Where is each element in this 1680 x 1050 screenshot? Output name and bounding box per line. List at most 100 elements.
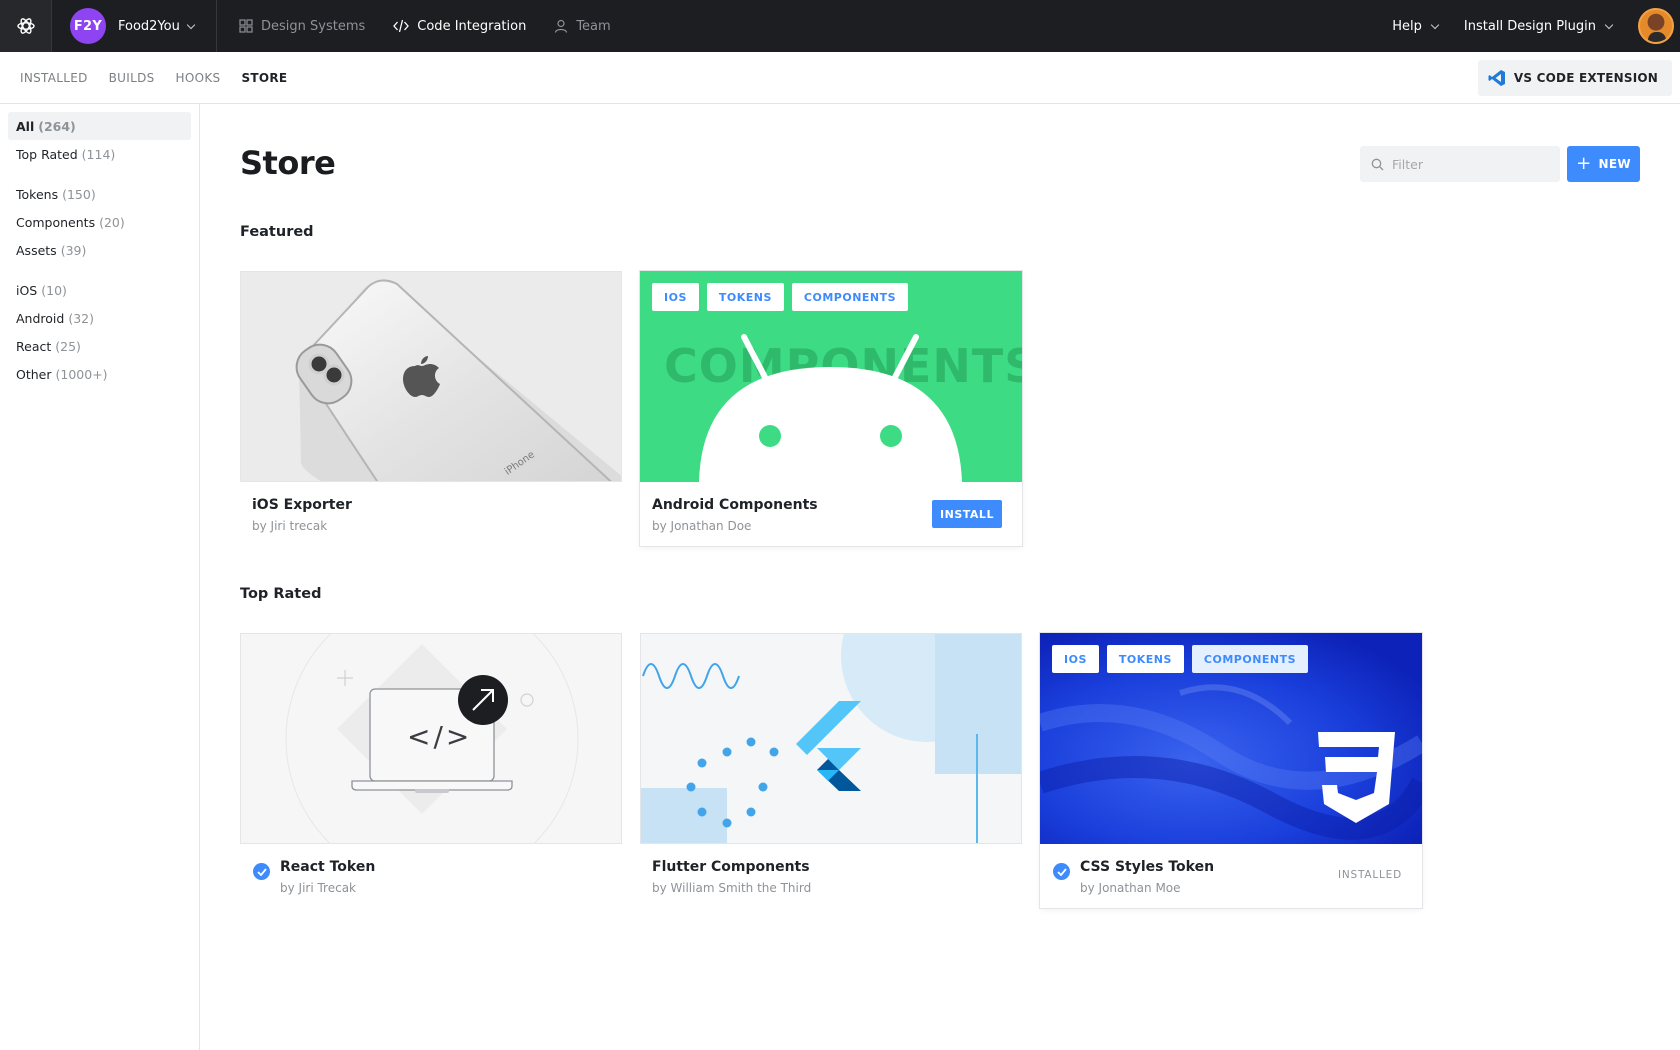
code-glyph: </> xyxy=(407,720,473,753)
installed-check-icon xyxy=(1053,863,1070,880)
card-title: Android Components xyxy=(652,497,818,513)
install-plugin-menu[interactable]: Install Design Plugin xyxy=(1463,18,1614,34)
sidebar-item-react[interactable]: React (25) xyxy=(8,332,191,360)
main-nav: Design Systems Code Integration Team xyxy=(239,19,639,34)
sidebar-item-label: Assets xyxy=(16,242,57,258)
install-plugin-label: Install Design Plugin xyxy=(1463,18,1596,34)
chevron-down-icon xyxy=(1604,20,1614,29)
plugin-card-flutter-components[interactable]: Flutter Components by William Smith the … xyxy=(640,633,1022,908)
nav-code-integration[interactable]: Code Integration xyxy=(393,19,526,34)
sidebar-item-label: Android xyxy=(16,310,65,326)
card-title: iOS Exporter xyxy=(252,497,352,513)
sidebar-item-components[interactable]: Components (20) xyxy=(8,208,191,236)
chevron-down-icon xyxy=(186,20,196,29)
store-main: Store + NEW Featured xyxy=(240,104,1640,1050)
plugin-card-ios-exporter[interactable]: iPhone iOS Exporter by Jiri trecak xyxy=(240,271,622,546)
sidebar-item-assets[interactable]: Assets (39) xyxy=(8,236,191,264)
sidebar-item-label: iOS xyxy=(16,282,38,298)
sidebar-item-count: (39) xyxy=(60,242,87,258)
tag-components[interactable]: COMPONENTS xyxy=(791,283,909,311)
nav-design-systems[interactable]: Design Systems xyxy=(239,19,365,34)
workspace-name: Food2You xyxy=(118,18,180,34)
sidebar-item-label: All xyxy=(16,118,35,134)
tag-list: IOS TOKENS COMPONENTS xyxy=(1052,645,1316,673)
top-bar: F2Y Food2You Design Systems Code Integra… xyxy=(0,0,1680,52)
sidebar-item-label: Top Rated xyxy=(16,146,78,162)
tab-hooks[interactable]: HOOKS xyxy=(176,71,221,85)
tag-tokens[interactable]: TOKENS xyxy=(706,283,784,311)
card-thumbnail: COMPONENTS IOS TOKENS COMPONENTS xyxy=(640,271,1022,482)
sidebar-item-count: (20) xyxy=(99,214,125,230)
sidebar-item-label: Tokens xyxy=(16,186,59,202)
search-icon xyxy=(1371,158,1384,170)
vscode-icon xyxy=(1488,69,1505,86)
sidebar-item-label: Components xyxy=(16,214,96,230)
card-title: CSS Styles Token xyxy=(1080,859,1215,875)
tab-builds[interactable]: BUILDS xyxy=(109,71,155,85)
page-title: Store xyxy=(240,144,336,182)
card-author: by Jiri Trecak xyxy=(280,881,357,895)
sidebar-item-count: (32) xyxy=(68,310,94,326)
user-icon xyxy=(555,19,568,33)
tag-ios[interactable]: IOS xyxy=(652,283,699,311)
grid-icon xyxy=(239,19,253,33)
tab-store[interactable]: STORE xyxy=(241,71,287,85)
tag-ios[interactable]: IOS xyxy=(1052,645,1099,673)
user-avatar[interactable] xyxy=(1638,8,1674,44)
tag-list: IOS TOKENS COMPONENTS xyxy=(652,283,916,311)
sidebar-item-count: (150) xyxy=(62,186,96,202)
featured-title: Featured xyxy=(240,224,314,240)
tag-components[interactable]: COMPONENTS xyxy=(1191,645,1309,673)
card-thumbnail xyxy=(640,633,1022,844)
plus-icon: + xyxy=(1576,152,1592,174)
sidebar-item-android[interactable]: Android (32) xyxy=(8,304,191,332)
sidebar-item-tokens[interactable]: Tokens (150) xyxy=(8,180,191,208)
card-thumbnail: IOS TOKENS COMPONENTS xyxy=(1040,633,1422,844)
vscode-extension-button[interactable]: VS CODE EXTENSION xyxy=(1477,59,1672,96)
new-label: NEW xyxy=(1598,157,1631,171)
card-author: by Jonathan Doe xyxy=(652,519,752,533)
sidebar-item-count: (264) xyxy=(38,118,76,134)
plugin-card-react-token[interactable]: </> React Token by Jiri Trecak xyxy=(240,633,622,908)
filter-box[interactable] xyxy=(1360,146,1560,182)
help-menu[interactable]: Help xyxy=(1392,19,1440,34)
installed-status: INSTALLED xyxy=(1337,869,1402,881)
sidebar-item-label: React xyxy=(16,338,52,354)
sidebar-item-all[interactable]: All (264) xyxy=(8,112,191,140)
card-author: by William Smith the Third xyxy=(652,881,812,895)
sidebar-item-count: (25) xyxy=(55,338,81,354)
top-right-actions: Help Install Design Plugin xyxy=(1392,0,1680,52)
sidebar-item-count: (1000+) xyxy=(55,366,108,382)
workspace-avatar: F2Y xyxy=(70,8,106,44)
filter-input[interactable] xyxy=(1392,156,1552,172)
card-author: by Jiri trecak xyxy=(252,519,328,533)
card-thumbnail: iPhone xyxy=(240,271,622,482)
installed-check-icon xyxy=(253,863,270,880)
workspace-switcher[interactable]: F2Y Food2You xyxy=(52,0,217,52)
card-title: React Token xyxy=(280,859,376,875)
chevron-down-icon xyxy=(1430,20,1440,29)
sidebar-item-label: Other xyxy=(16,366,52,382)
plugin-card-android-components[interactable]: COMPONENTS IOS TOKENS COMPONENTS Android… xyxy=(640,271,1022,546)
tag-tokens[interactable]: TOKENS xyxy=(1106,645,1184,673)
atom-logo-icon xyxy=(16,18,35,34)
sidebar-item-ios[interactable]: iOS (10) xyxy=(8,276,191,304)
install-button[interactable]: INSTALL xyxy=(932,500,1002,528)
code-icon xyxy=(393,19,410,33)
card-title: Flutter Components xyxy=(652,859,810,875)
app-logo[interactable] xyxy=(0,0,52,52)
card-thumbnail: </> xyxy=(240,633,622,844)
iphone-illustration xyxy=(241,272,621,481)
top-rated-title: Top Rated xyxy=(240,586,322,602)
sidebar-item-other[interactable]: Other (1000+) xyxy=(8,360,191,388)
nav-label: Team xyxy=(576,18,611,34)
plugin-card-css-styles-token[interactable]: IOS TOKENS COMPONENTS CSS Styles Token b… xyxy=(1040,633,1422,908)
tab-installed[interactable]: INSTALLED xyxy=(20,71,88,85)
nav-team[interactable]: Team xyxy=(554,18,611,34)
sidebar-item-top-rated[interactable]: Top Rated (114) xyxy=(8,140,191,168)
flutter-illustration xyxy=(641,634,1021,843)
new-button[interactable]: + NEW xyxy=(1567,146,1640,182)
category-sidebar: All (264) Top Rated (114) Tokens (150) Comp… xyxy=(0,104,200,1050)
